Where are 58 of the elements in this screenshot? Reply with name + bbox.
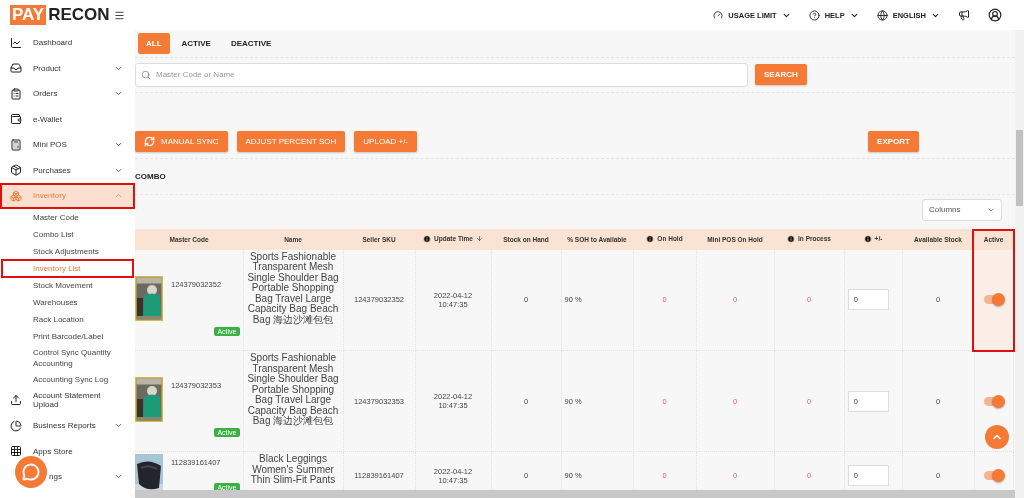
sidebar-item[interactable]: Account Statement Upload — [0, 387, 135, 413]
sidebar-subitem[interactable]: Control Sync Quantity Accounting — [0, 344, 135, 371]
grid-icon — [10, 445, 22, 458]
columns-select[interactable]: Columns — [922, 198, 1002, 221]
sidebar-subitem[interactable]: Stock Adjustments — [0, 242, 135, 260]
sidebar-subitem[interactable]: Rack Location — [0, 310, 135, 328]
product-name: Sports Fashionable Transparent Mesh Single Shoulder Bag Portable Shopping Bag Travel Large Capacity Bag Beach Bag 海边沙滩包包 — [246, 353, 340, 427]
active-switch[interactable] — [983, 295, 1004, 305]
sidebar-item[interactable]: Purchases — [0, 157, 135, 183]
sort-arrow-icon[interactable] — [475, 235, 483, 243]
menu-icon[interactable] — [114, 9, 125, 21]
adjust-input[interactable]: 0 — [847, 465, 889, 487]
sidebar-subitem[interactable]: Warehouses — [0, 293, 135, 311]
scroll-top-button[interactable] — [985, 425, 1009, 449]
help-icon — [808, 9, 820, 21]
logo-text: RECON — [48, 5, 110, 25]
globe-icon — [876, 9, 888, 21]
filter-tab[interactable]: DEACTIVE — [222, 32, 280, 54]
tray-icon — [10, 62, 22, 75]
logo-mark: PAY — [10, 5, 47, 25]
sidebar-subitem[interactable]: Master Code — [0, 208, 135, 226]
chat-icon — [22, 463, 40, 481]
sidebar-item[interactable]: ngs — [0, 464, 135, 490]
megaphone-icon[interactable] — [958, 9, 970, 21]
boxes-icon — [10, 189, 22, 202]
scrollbar[interactable] — [1015, 30, 1024, 498]
adjust-input[interactable]: 0 — [847, 289, 889, 311]
sync-icon — [144, 136, 155, 148]
sidebar-item[interactable]: Apps Store — [0, 438, 135, 464]
pie-chart-icon — [10, 419, 22, 432]
product-name: Sports Fashionable Transparent Mesh Single Shoulder Bag Portable Shopping Bag Travel Large Capacity Bag Beach Bag 海边沙滩包包 — [246, 251, 340, 326]
section-title: COMBO — [135, 171, 166, 181]
active-switch[interactable] — [983, 396, 1004, 406]
adjust-input[interactable]: 0 — [847, 390, 889, 412]
search-field[interactable]: Master Code or Name — [135, 62, 748, 87]
package-icon — [10, 164, 22, 177]
calculator-icon — [10, 138, 22, 151]
sidebar-item[interactable]: e-Wallet — [0, 106, 135, 132]
active-switch[interactable] — [983, 471, 1004, 481]
chat-button[interactable] — [15, 456, 47, 488]
product-name: Black Leggings Women's Summer Thin Slim-Fit Pants — [249, 454, 337, 486]
wallet-icon — [10, 113, 22, 126]
search-icon — [141, 69, 151, 80]
sidebar-item[interactable]: Mini POS — [0, 132, 135, 158]
filter-tab[interactable]: ACTIVE — [173, 32, 219, 54]
sidebar-item[interactable]: Dashboard — [0, 30, 135, 56]
sidebar-item[interactable]: Business Reports — [0, 413, 135, 439]
gauge-icon — [713, 10, 724, 20]
sidebar-subitem[interactable]: Accounting Sync Log — [0, 370, 135, 388]
user-avatar-icon[interactable] — [988, 8, 1002, 22]
sidebar-subitem[interactable]: Stock Movement — [0, 276, 135, 294]
sidebar-subitem[interactable]: Combo List — [0, 225, 135, 243]
sidebar-item[interactable]: Product — [0, 55, 135, 81]
sidebar-subitem[interactable]: Print Barcode/Label — [0, 327, 135, 345]
chart-icon — [10, 36, 22, 49]
sidebar-item[interactable]: Orders — [0, 81, 135, 107]
clipboard-icon — [10, 87, 22, 100]
upload-icon — [10, 394, 22, 407]
